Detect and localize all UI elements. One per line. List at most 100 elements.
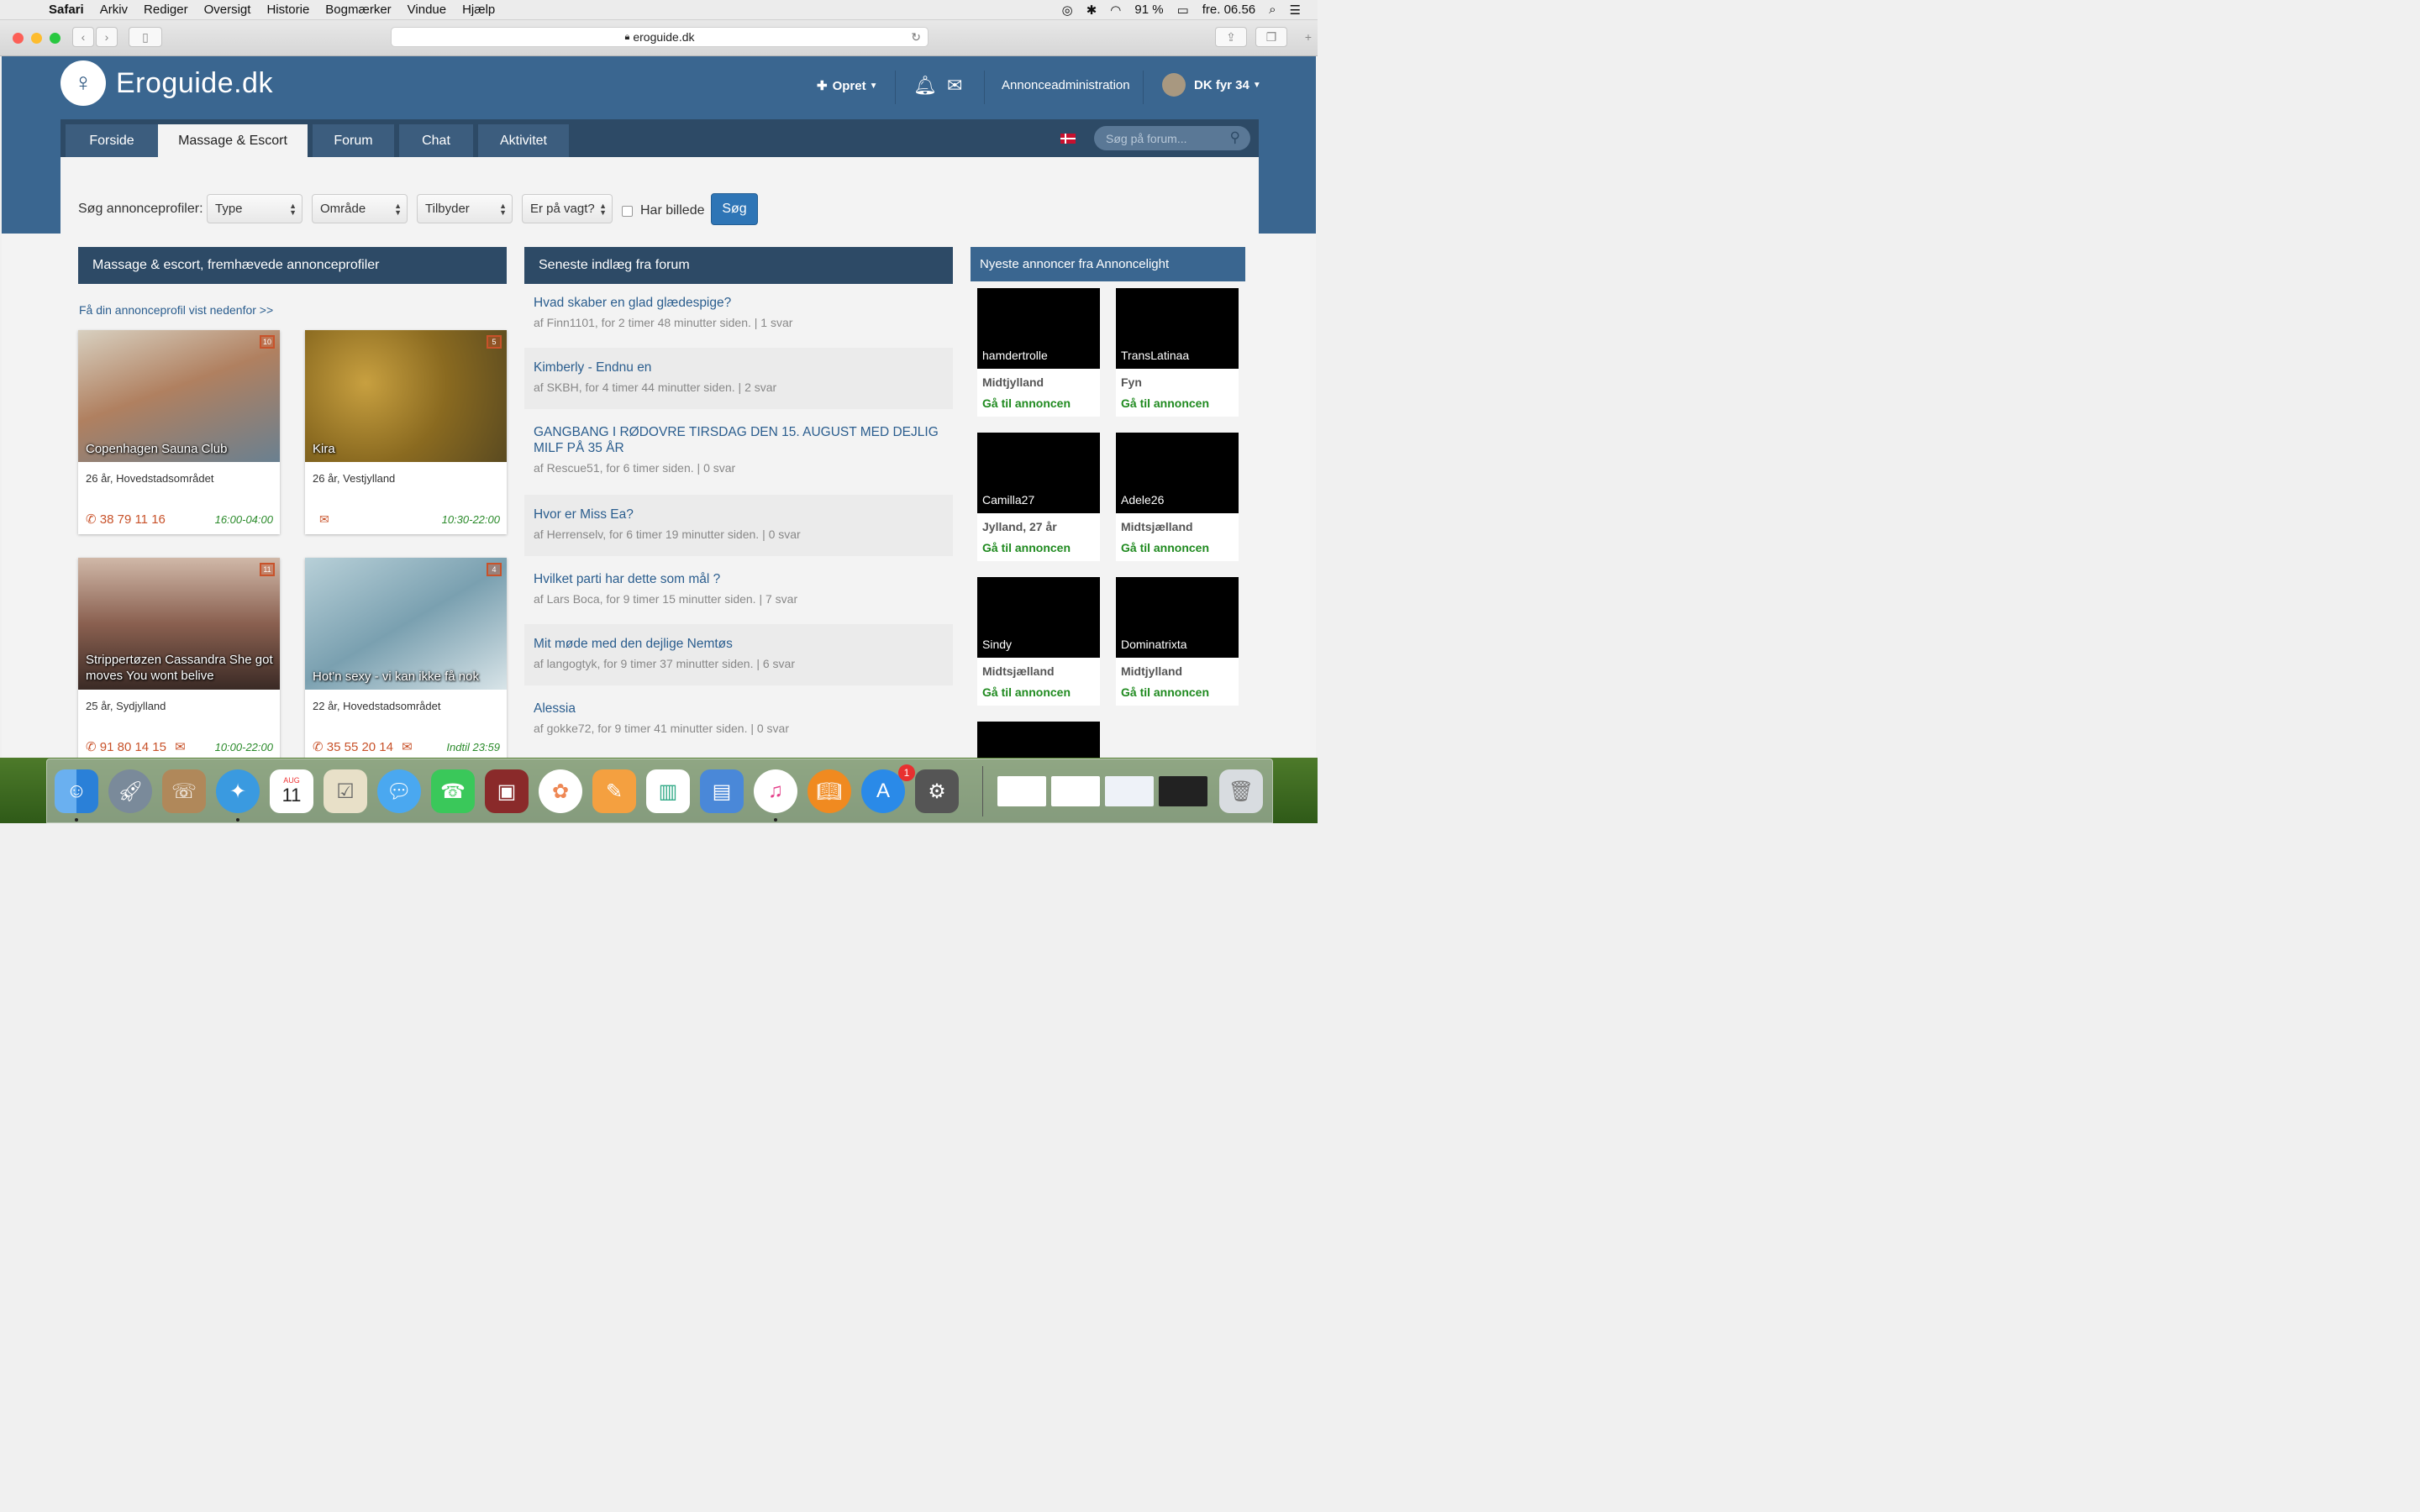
numbers-icon[interactable]: ▥ (646, 769, 690, 813)
profile-card[interactable]: 4 Hot'n sexy - vi kan ikke få nok 22 år,… (305, 558, 507, 758)
pages-icon[interactable]: ✎ (592, 769, 636, 813)
contacts-icon[interactable]: ☏ (162, 769, 206, 813)
battery-icon[interactable]: ▭ (1177, 3, 1189, 18)
facetime-icon[interactable]: ☎ (431, 769, 475, 813)
sidebar-icon[interactable]: ▯ (129, 27, 162, 47)
menu-rediger[interactable]: Rediger (144, 3, 188, 17)
zoom-window-button[interactable] (50, 33, 60, 44)
user-menu[interactable]: DK fyr 34 ▼ (1162, 73, 1261, 97)
envelope-icon[interactable]: ✉ (402, 740, 413, 754)
ad-card[interactable]: Adele26 Midtsjælland Gå til annoncen (1116, 433, 1239, 561)
envelope-icon[interactable]: ✉ (947, 75, 962, 97)
forum-post-title[interactable]: Hvad skaber en glad glædespige? (534, 295, 944, 311)
reminders-icon[interactable]: ☑ (324, 769, 367, 813)
omrade-select[interactable]: Område ▲ ▼ (312, 194, 408, 223)
ad-photo[interactable] (977, 722, 1100, 758)
forum-post-title[interactable]: Hvor er Miss Ea? (534, 507, 944, 522)
profile-phone[interactable]: ✆ 38 79 11 16 (86, 512, 166, 527)
bluetooth-icon[interactable]: ✱ (1086, 3, 1097, 18)
forum-post-title[interactable]: GANGBANG I RØDOVRE TIRSDAG DEN 15. AUGUS… (534, 424, 944, 456)
tab-aktivitet[interactable]: Aktivitet (478, 124, 569, 157)
menu-bogmaerker[interactable]: Bogmærker (325, 3, 391, 17)
minimized-window-thumbnail[interactable] (997, 776, 1046, 806)
tab-forside[interactable]: Forside (66, 124, 158, 157)
menu-app-name[interactable]: Safari (49, 3, 84, 17)
site-logo[interactable]: ♀ Eroguide.dk (60, 60, 273, 106)
har-billede-label[interactable]: Har billede (640, 203, 704, 218)
danish-flag-icon[interactable] (1060, 134, 1076, 144)
keynote-icon[interactable]: ▤ (700, 769, 744, 813)
bell-icon[interactable]: 🔔︎ (913, 75, 937, 97)
minimize-window-button[interactable] (31, 33, 42, 44)
forum-post-title[interactable]: Alessia (534, 701, 944, 717)
ad-card[interactable] (977, 722, 1100, 758)
envelope-icon[interactable]: ✉ (319, 512, 329, 527)
menu-arkiv[interactable]: Arkiv (100, 3, 128, 17)
safari-icon[interactable]: ✦ (216, 769, 260, 813)
tilbyder-select[interactable]: Tilbyder ▲ ▼ (417, 194, 513, 223)
go-to-ad-link[interactable]: Gå til annoncen (982, 396, 1071, 410)
promo-link[interactable]: Få din annonceprofil vist nedenfor >> (79, 303, 273, 317)
battery-percent[interactable]: 91 % (1134, 3, 1163, 17)
reload-icon[interactable]: ↻ (911, 30, 921, 45)
opret-button[interactable]: ✚ Opret ▼ (817, 78, 878, 94)
har-billede-checkbox[interactable] (622, 206, 633, 217)
menu-hjaelp[interactable]: Hjælp (462, 3, 495, 17)
itunes-icon[interactable]: ♫ (754, 769, 797, 813)
share-icon[interactable]: ⇪ (1215, 27, 1247, 47)
trash-icon[interactable]: 🗑︎ (1219, 769, 1263, 813)
photos-icon[interactable]: ✿ (539, 769, 582, 813)
minimized-window-thumbnail[interactable] (1051, 776, 1100, 806)
new-tab-icon[interactable]: + (1299, 27, 1318, 47)
spotlight-icon[interactable]: ⌕ (1269, 3, 1276, 17)
go-to-ad-link[interactable]: Gå til annoncen (1121, 396, 1209, 410)
forward-icon[interactable]: › (96, 27, 118, 47)
tabs-overview-icon[interactable]: ❐ (1255, 27, 1287, 47)
forum-post-title[interactable]: Kimberly - Endnu en (534, 360, 944, 375)
launchpad-icon[interactable]: 🚀︎ (108, 769, 152, 813)
clock[interactable]: fre. 06.56 (1202, 3, 1255, 17)
notification-center-icon[interactable]: ☰ (1290, 3, 1301, 18)
go-to-ad-link[interactable]: Gå til annoncen (1121, 685, 1209, 699)
type-select[interactable]: Type ▲ ▼ (207, 194, 302, 223)
wifi-icon[interactable]: ◠ (1110, 3, 1121, 18)
profile-card[interactable]: 10 Copenhagen Sauna Club 26 år, Hovedsta… (78, 330, 280, 534)
finder-icon[interactable]: ☺ (55, 769, 98, 813)
ad-card[interactable]: Sindy Midtsjælland Gå til annoncen (977, 577, 1100, 706)
go-to-ad-link[interactable]: Gå til annoncen (982, 541, 1071, 554)
annonceadmin-link[interactable]: Annonceadministration (1002, 78, 1130, 92)
minimized-window-thumbnail[interactable] (1159, 776, 1207, 806)
profile-phone[interactable]: ✆ 35 55 20 14 ✉ (313, 739, 413, 754)
go-to-ad-link[interactable]: Gå til annoncen (1121, 541, 1209, 554)
forum-post-title[interactable]: Mit møde med den dejlige Nemtøs (534, 636, 944, 652)
menu-vindue[interactable]: Vindue (408, 3, 446, 17)
close-window-button[interactable] (13, 33, 24, 44)
tab-forum[interactable]: Forum (313, 124, 394, 157)
status-circle-icon[interactable]: ◎ (1062, 3, 1073, 18)
ad-card[interactable]: TransLatinaa Fyn Gå til annoncen (1116, 288, 1239, 417)
tab-massage-escort[interactable]: Massage & Escort (158, 124, 308, 157)
forum-search-input[interactable]: Søg på forum... ⚲ (1094, 126, 1250, 150)
ad-card[interactable]: Camilla27 Jylland, 27 år Gå til annoncen (977, 433, 1100, 561)
back-icon[interactable]: ‹ (72, 27, 94, 47)
vagt-select[interactable]: Er på vagt? ▲ ▼ (522, 194, 613, 223)
envelope-icon[interactable]: ✉ (175, 740, 186, 754)
search-button[interactable]: Søg (711, 193, 758, 225)
system-preferences-icon[interactable]: ⚙ (915, 769, 959, 813)
profile-card[interactable]: 5 Kira 26 år, Vestjylland ✉ 10:30-22:00 (305, 330, 507, 534)
messages-icon[interactable]: 💬︎ (377, 769, 421, 813)
photo-booth-icon[interactable]: ▣ (485, 769, 529, 813)
profile-phone[interactable]: ✆ 91 80 14 15 ✉ (86, 739, 186, 754)
address-bar[interactable]: 🔒︎ eroguide.dk ↻ (391, 27, 929, 47)
menu-oversigt[interactable]: Oversigt (204, 3, 251, 17)
calendar-icon[interactable]: AUG 11 (270, 769, 313, 813)
tab-chat[interactable]: Chat (399, 124, 473, 157)
menu-historie[interactable]: Historie (266, 3, 309, 17)
profile-card[interactable]: 11 Strippertøzen Cassandra She got moves… (78, 558, 280, 758)
minimized-window-thumbnail[interactable] (1105, 776, 1154, 806)
forum-post-title[interactable]: Hvilket parti har dette som mål ? (534, 571, 944, 587)
search-icon[interactable]: ⚲ (1230, 129, 1240, 146)
ad-card[interactable]: hamdertrolle Midtjylland Gå til annoncen (977, 288, 1100, 417)
ad-card[interactable]: Dominatrixta Midtjylland Gå til annoncen (1116, 577, 1239, 706)
ibooks-icon[interactable]: 📖︎ (808, 769, 851, 813)
